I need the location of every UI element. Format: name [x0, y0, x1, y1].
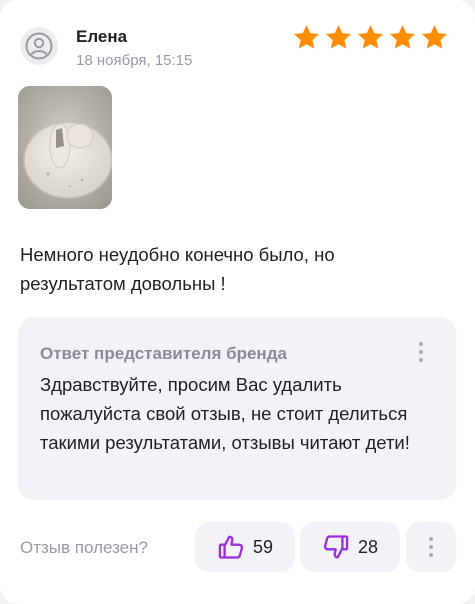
more-vertical-icon — [406, 522, 456, 572]
avatar[interactable] — [20, 27, 58, 65]
review-card: Елена 18 ноября, 15:15 Немного неудобно … — [0, 0, 475, 604]
review-date: 18 ноября, 15:15 — [76, 52, 193, 69]
review-photo[interactable] — [18, 86, 112, 209]
author-name: Елена — [76, 27, 128, 46]
more-vertical-icon[interactable] — [409, 337, 433, 367]
review-text: Немного неудобно конечно было, но резуль… — [20, 244, 335, 294]
star-icon — [390, 25, 415, 49]
rating-stars — [292, 23, 449, 52]
like-count: 59 — [252, 536, 274, 557]
thumbs-down-icon — [323, 535, 349, 559]
brand-reply: Ответ представителя бренда Здравствуйте,… — [18, 317, 456, 500]
star-icon — [326, 25, 351, 49]
more-options-button[interactable] — [406, 522, 456, 572]
thumbs-up-icon — [218, 535, 244, 559]
like-button[interactable]: 59 — [195, 522, 295, 572]
product-photo-image — [18, 86, 112, 209]
dislike-button[interactable]: 28 — [300, 522, 400, 572]
star-icon — [422, 25, 447, 49]
helpful-label: Отзыв полезен? — [20, 538, 148, 557]
star-icon — [294, 25, 319, 49]
dislike-count: 28 — [357, 536, 379, 557]
star-icon — [358, 25, 383, 49]
user-icon — [25, 32, 53, 60]
brand-reply-title: Ответ представителя бренда — [40, 344, 287, 363]
brand-reply-text: Здравствуйте, просим Вас удалить пожалуй… — [40, 374, 410, 453]
